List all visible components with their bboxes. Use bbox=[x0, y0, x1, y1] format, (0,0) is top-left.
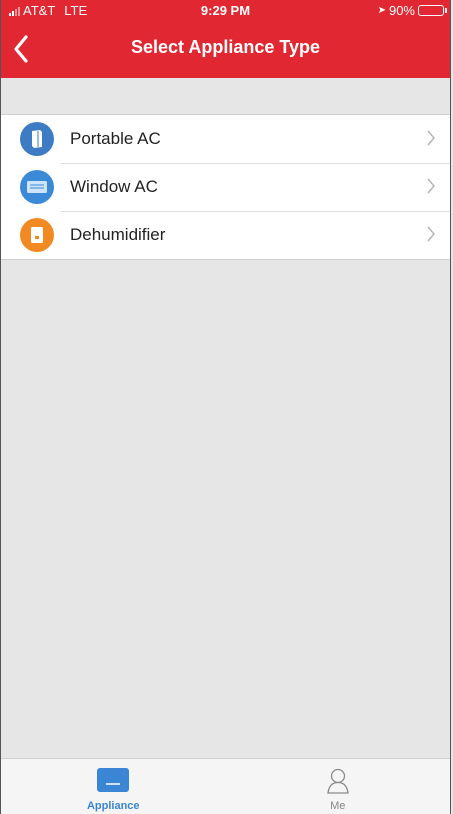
window-ac-icon bbox=[20, 170, 54, 204]
header: AT&T LTE 9:29 PM ➤ 90% Select Appliance … bbox=[1, 0, 450, 78]
chevron-right-icon bbox=[427, 226, 435, 242]
tab-label: Me bbox=[330, 800, 346, 812]
tab-bar: Appliance Me bbox=[1, 758, 450, 814]
dehumidifier-icon bbox=[20, 218, 54, 252]
tab-appliance[interactable]: Appliance bbox=[1, 759, 226, 814]
appliance-icon bbox=[97, 768, 130, 792]
appliance-type-list: Portable AC Window AC Dehumidifier bbox=[1, 114, 450, 260]
tab-label: Appliance bbox=[86, 800, 140, 812]
list-item-label: Portable AC bbox=[70, 129, 161, 148]
list-item-portable-ac[interactable]: Portable AC bbox=[1, 115, 450, 163]
list-item-dehumidifier[interactable]: Dehumidifier bbox=[1, 211, 450, 259]
list-item-window-ac[interactable]: Window AC bbox=[1, 163, 450, 211]
location-icon: ➤ bbox=[377, 5, 386, 16]
page-title: Select Appliance Type bbox=[130, 37, 321, 57]
chevron-right-icon bbox=[427, 130, 435, 146]
person-icon bbox=[327, 768, 349, 794]
status-bar: AT&T LTE 9:29 PM ➤ 90% bbox=[1, 0, 450, 22]
navigation-bar: Select Appliance Type bbox=[1, 22, 450, 78]
battery-icon bbox=[418, 5, 447, 16]
battery-percent: 90% bbox=[388, 3, 415, 18]
tab-me[interactable]: Me bbox=[226, 759, 451, 814]
list-item-label: Dehumidifier bbox=[70, 225, 166, 244]
status-right: ➤ 90% bbox=[377, 3, 447, 18]
chevron-right-icon bbox=[427, 178, 435, 194]
portable-ac-icon bbox=[20, 122, 54, 156]
app-screen: AT&T LTE 9:29 PM ➤ 90% Select Appliance … bbox=[0, 0, 451, 814]
list-item-label: Window AC bbox=[70, 177, 158, 196]
